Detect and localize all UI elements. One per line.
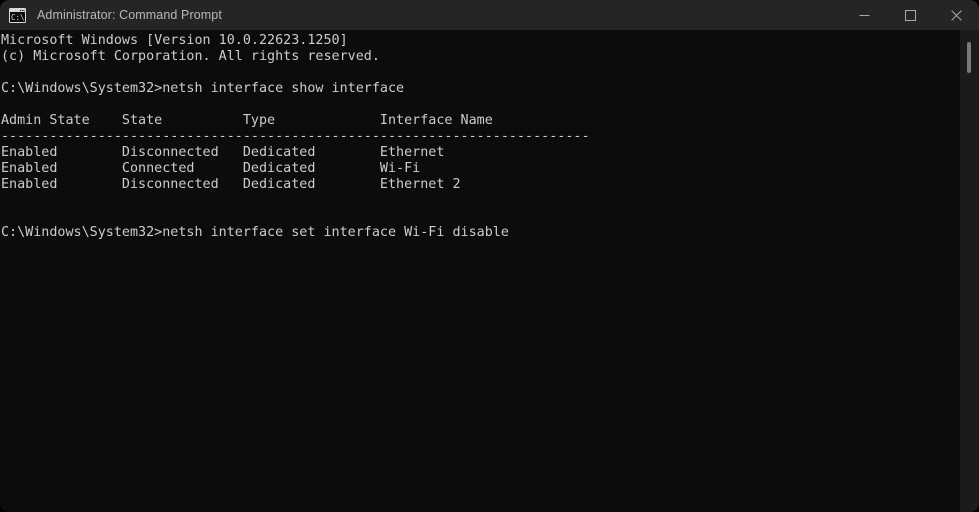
- window-controls: [841, 0, 979, 30]
- terminal-screen[interactable]: Microsoft Windows [Version 10.0.22623.12…: [0, 30, 960, 512]
- terminal-line-table-row: Enabled Disconnected Dedicated Ethernet …: [1, 177, 461, 192]
- maximize-icon: [904, 9, 916, 21]
- terminal-body[interactable]: Microsoft Windows [Version 10.0.22623.12…: [0, 30, 979, 512]
- scrollbar-thumb[interactable]: [967, 42, 971, 73]
- command-prompt-icon: C:\: [9, 7, 26, 23]
- terminal-line-table-row: Enabled Disconnected Dedicated Ethernet: [1, 145, 445, 160]
- window-title: Administrator: Command Prompt: [37, 8, 222, 22]
- minimize-button[interactable]: [841, 0, 887, 30]
- terminal-line: Microsoft Windows [Version 10.0.22623.12…: [1, 33, 348, 48]
- terminal-line-table-separator: ----------------------------------------…: [1, 129, 590, 144]
- terminal-line-command: C:\Windows\System32>netsh interface show…: [1, 81, 405, 96]
- terminal-line-command: C:\Windows\System32>netsh interface set …: [1, 225, 509, 240]
- close-icon: [950, 9, 962, 21]
- minimize-icon: [859, 14, 869, 16]
- close-button[interactable]: [933, 0, 979, 30]
- terminal-line-table-row: Enabled Connected Dedicated Wi-Fi: [1, 161, 421, 176]
- vertical-scrollbar[interactable]: [960, 30, 979, 512]
- svg-text:C:\: C:\: [11, 13, 25, 22]
- command-prompt-window: C:\ Administrator: Command Prompt Micros…: [0, 0, 979, 512]
- title-bar[interactable]: C:\ Administrator: Command Prompt: [0, 0, 979, 30]
- maximize-button[interactable]: [887, 0, 933, 30]
- terminal-line: (c) Microsoft Corporation. All rights re…: [1, 49, 380, 64]
- terminal-line-table-header: Admin State State Type Interface Name: [1, 113, 493, 128]
